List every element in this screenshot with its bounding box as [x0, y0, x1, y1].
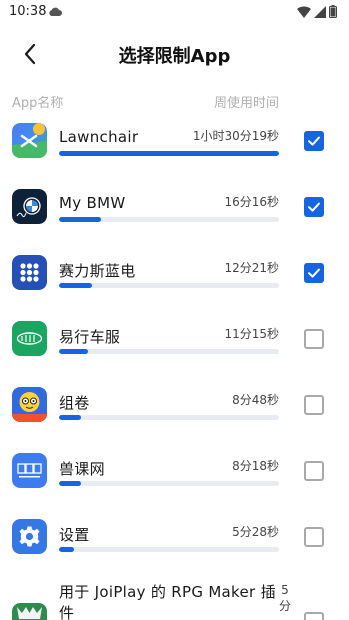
app-usage-time: 8分48秒	[232, 393, 279, 407]
cloud-icon	[49, 7, 62, 16]
check-icon	[308, 136, 320, 146]
usage-bar-fill	[59, 283, 92, 288]
app-usage-time: 12分21秒	[224, 261, 279, 275]
shoukewang-icon	[12, 453, 47, 488]
app-usage-time: 8分18秒	[232, 459, 279, 473]
select-checkbox[interactable]	[304, 131, 324, 151]
rpg-maker-icon	[12, 603, 47, 620]
usage-bar	[59, 151, 279, 156]
usage-bar	[59, 283, 279, 288]
usage-bar	[59, 217, 279, 222]
signal-icon	[314, 5, 326, 18]
wifi-icon	[297, 5, 311, 18]
app-name: 用于 JoiPlay 的 RPG Maker 插件	[59, 583, 276, 620]
battery-icon	[329, 5, 337, 18]
zujuan-icon	[12, 387, 47, 422]
lawnchair-icon	[12, 123, 47, 158]
column-header-weekly-time: 周使用时间	[213, 96, 279, 111]
bmw-icon	[12, 189, 47, 224]
usage-bar-fill	[59, 151, 279, 156]
status-time: 10:38	[9, 4, 47, 19]
settings-gear-icon	[12, 519, 47, 554]
select-checkbox[interactable]	[304, 612, 324, 620]
app-usage-time: 1小时30分19秒	[192, 129, 279, 143]
select-checkbox[interactable]	[304, 263, 324, 283]
list-item[interactable]: 兽课网 8分18秒	[0, 448, 349, 514]
check-icon	[308, 268, 320, 278]
app-name: 兽课网	[59, 460, 105, 478]
yixing-icon	[12, 321, 47, 356]
select-checkbox[interactable]	[304, 329, 324, 349]
column-headers: App名称 周使用时间	[12, 92, 279, 112]
app-name: Lawnchair	[59, 128, 139, 146]
app-name: 设置	[59, 526, 90, 544]
app-name: 易行车服	[59, 328, 121, 346]
app-name: 赛力斯蓝电	[59, 262, 136, 280]
list-item[interactable]: My BMW 16分16秒	[0, 184, 349, 250]
list-item[interactable]: 易行车服 11分15秒	[0, 316, 349, 382]
status-icons	[297, 5, 337, 18]
usage-bar-fill	[59, 217, 101, 222]
list-item[interactable]: 设置 5分28秒	[0, 514, 349, 580]
usage-bar	[59, 547, 279, 552]
grid-dots-icon	[12, 255, 47, 290]
app-bar: 选择限制App	[0, 34, 349, 74]
check-icon	[308, 202, 320, 212]
usage-bar	[59, 481, 279, 486]
select-checkbox[interactable]	[304, 197, 324, 217]
list-item[interactable]: 赛力斯蓝电 12分21秒	[0, 250, 349, 316]
usage-bar-fill	[59, 547, 75, 552]
usage-bar-fill	[59, 349, 88, 354]
page-title: 选择限制App	[118, 46, 231, 67]
usage-bar-fill	[59, 415, 81, 420]
select-checkbox[interactable]	[304, 395, 324, 415]
column-header-app-name: App名称	[12, 96, 64, 111]
usage-bar-fill	[59, 481, 81, 486]
select-checkbox[interactable]	[304, 527, 324, 547]
list-item[interactable]: 组卷 8分48秒	[0, 382, 349, 448]
app-usage-time: 5分28秒	[232, 525, 279, 539]
list-item[interactable]: Lawnchair 1小时30分19秒	[0, 118, 349, 184]
app-name: 组卷	[59, 394, 90, 412]
app-usage-time: 11分15秒	[224, 327, 279, 341]
app-usage-time: 16分16秒	[224, 195, 279, 209]
usage-bar	[59, 415, 279, 420]
app-name: My BMW	[59, 194, 126, 212]
status-bar: 10:38	[0, 0, 349, 24]
usage-bar	[59, 349, 279, 354]
select-checkbox[interactable]	[304, 461, 324, 481]
list-item[interactable]: 用于 JoiPlay 的 RPG Maker 插件 5分	[0, 580, 349, 620]
app-usage-time: 5分	[278, 583, 291, 613]
